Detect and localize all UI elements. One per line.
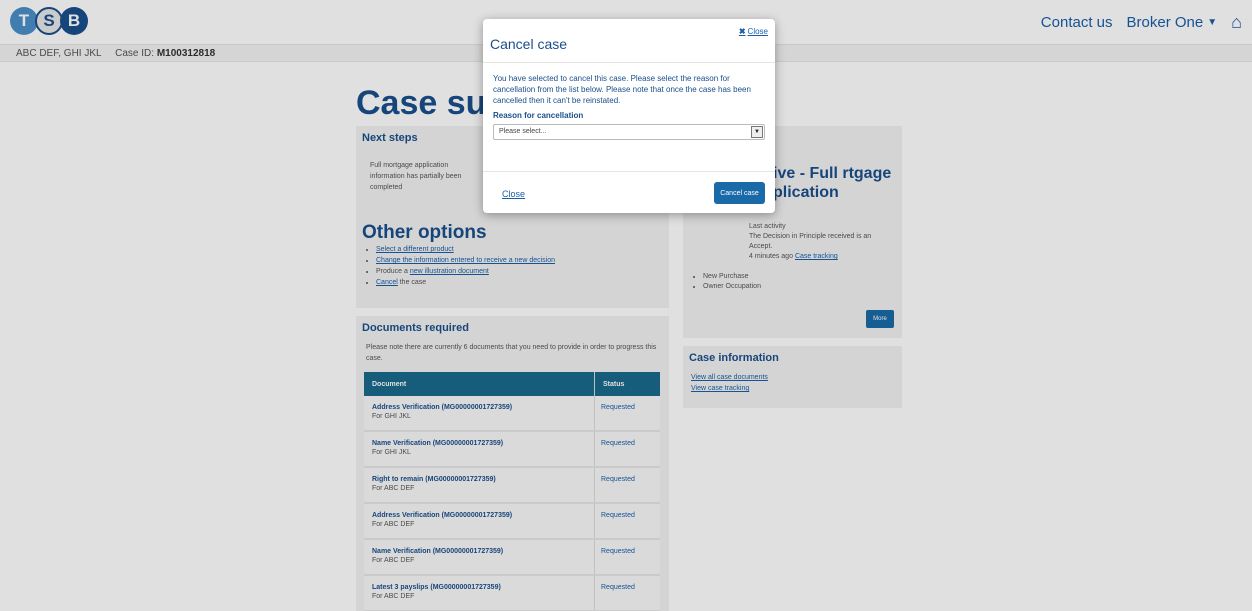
modal-close-top[interactable]: ✖ Close bbox=[739, 27, 768, 36]
chevron-down-icon: ▼ bbox=[751, 126, 763, 138]
reason-label: Reason for cancellation bbox=[493, 111, 584, 120]
modal-title: Cancel case bbox=[490, 36, 568, 52]
modal-body: You have selected to cancel this case. P… bbox=[483, 63, 775, 150]
footer-close-link[interactable]: Close bbox=[502, 189, 525, 199]
reason-select[interactable]: Please select... ▼ bbox=[493, 124, 765, 140]
modal-footer: Close Cancel case bbox=[483, 171, 775, 213]
cancel-case-button[interactable]: Cancel case bbox=[714, 182, 765, 204]
cancel-case-modal: Cancel case ✖ Close You have selected to… bbox=[483, 19, 775, 213]
modal-body-text: You have selected to cancel this case. P… bbox=[493, 74, 751, 105]
modal-header: Cancel case ✖ Close bbox=[483, 19, 775, 63]
close-top-label: Close bbox=[747, 27, 768, 36]
x-icon: ✖ bbox=[738, 27, 746, 36]
page: T S B Contact us Broker One ▼ ⌂ ABC DEF,… bbox=[0, 0, 1252, 611]
reason-select-value: Please select... bbox=[499, 128, 547, 135]
